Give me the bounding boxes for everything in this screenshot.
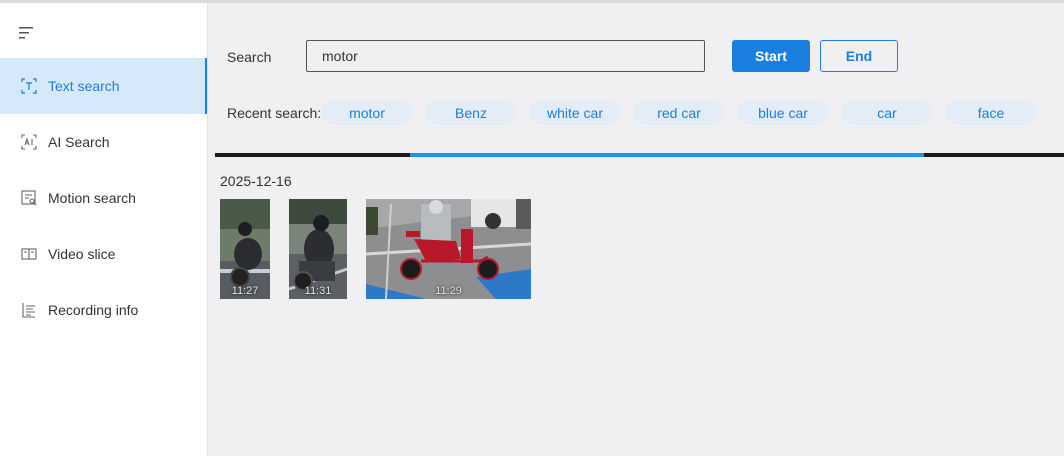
sidebar-item-label: Video slice	[48, 246, 116, 262]
recent-chip[interactable]: motor	[321, 100, 413, 125]
sidebar-item-motion-search[interactable]: Motion search	[0, 170, 207, 226]
menu-toggle-icon[interactable]	[18, 25, 36, 41]
recent-chip[interactable]: face	[945, 100, 1037, 125]
motion-search-icon	[20, 189, 38, 207]
start-button[interactable]: Start	[732, 40, 810, 72]
sidebar-item-recording-info[interactable]: Recording info	[0, 282, 207, 338]
sidebar-item-label: AI Search	[48, 134, 110, 150]
scooter-thumbnail-image	[366, 199, 531, 299]
motorcycle-thumbnail-image	[289, 199, 347, 299]
thumbnail-time: 11:31	[304, 285, 332, 297]
sidebar-item-label: Recording info	[48, 302, 139, 318]
search-input[interactable]	[306, 40, 705, 72]
recent-chip[interactable]: Benz	[425, 100, 517, 125]
sidebar-item-text-search[interactable]: Text search	[0, 58, 207, 114]
recent-chip[interactable]: white car	[529, 100, 621, 125]
search-label: Search	[227, 49, 272, 65]
recent-chip[interactable]: red car	[633, 100, 725, 125]
sidebar-item-ai-search[interactable]: AI Search	[0, 114, 207, 170]
result-thumbnail[interactable]: 11:29	[366, 199, 531, 299]
result-date: 2025-12-16	[220, 173, 292, 189]
timeline-bar[interactable]	[215, 153, 1064, 157]
timeline-range[interactable]	[410, 153, 924, 157]
ai-search-icon	[20, 133, 38, 151]
recent-search-label: Recent search:	[227, 105, 322, 121]
recent-chip[interactable]: blue car	[737, 100, 829, 125]
main-panel: Search Start End Recent search: motor Be…	[209, 3, 1064, 456]
recent-chip[interactable]: car	[841, 100, 933, 125]
end-button[interactable]: End	[820, 40, 898, 72]
recording-info-icon	[20, 301, 38, 319]
result-thumbnail[interactable]: 11:31	[289, 199, 347, 299]
motorcycle-thumbnail-image	[220, 199, 270, 299]
thumbnail-time: 11:27	[231, 285, 259, 297]
thumbnail-time: 11:29	[435, 285, 462, 297]
sidebar: Text search AI Search Motion search Vide…	[0, 3, 208, 456]
sidebar-item-label: Text search	[48, 78, 120, 94]
sidebar-item-label: Motion search	[48, 190, 136, 206]
video-slice-icon	[20, 245, 38, 263]
sidebar-item-video-slice[interactable]: Video slice	[0, 226, 207, 282]
result-thumbnail[interactable]: 11:27	[220, 199, 270, 299]
text-search-icon	[20, 77, 38, 95]
